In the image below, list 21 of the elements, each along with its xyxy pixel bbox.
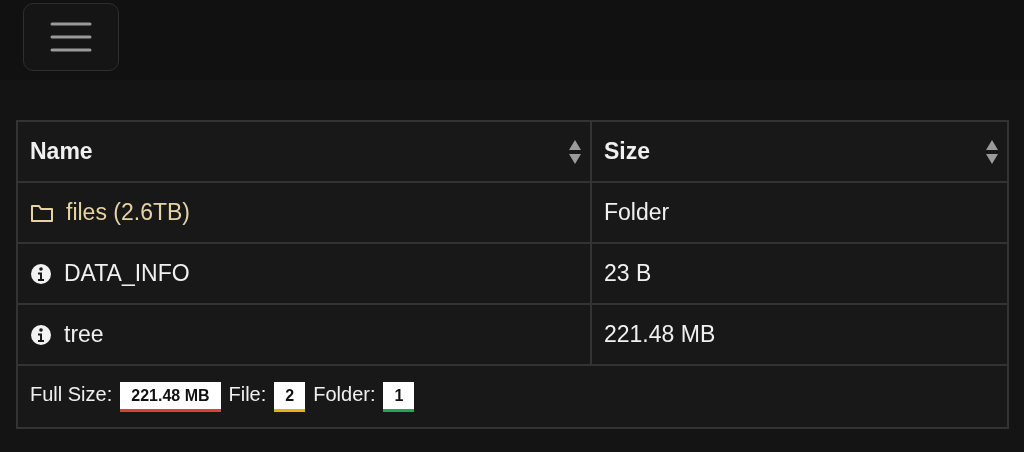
column-header[interactable]: Size bbox=[591, 121, 1008, 182]
info-icon bbox=[30, 262, 52, 285]
info-icon bbox=[30, 323, 52, 346]
folder-icon bbox=[30, 202, 54, 223]
summary-label: File: bbox=[228, 382, 267, 405]
file-name[interactable]: tree bbox=[64, 321, 104, 348]
summary-label: Full Size: bbox=[30, 382, 113, 405]
size-text: 23 B bbox=[604, 260, 652, 286]
sort-icon bbox=[568, 139, 582, 165]
size-text: Folder bbox=[604, 199, 670, 225]
column-header[interactable]: Name bbox=[17, 121, 591, 182]
count-badge: 221.48 MB bbox=[120, 381, 221, 412]
folder-link[interactable]: files (2.6TB) bbox=[66, 199, 190, 226]
count-badge: 1 bbox=[383, 381, 415, 412]
size-text: 221.48 MB bbox=[604, 321, 716, 347]
menu-button[interactable] bbox=[23, 3, 119, 71]
sort-icon bbox=[985, 139, 999, 165]
summary-label: Folder: bbox=[313, 382, 376, 405]
count-badge: 2 bbox=[274, 381, 306, 412]
file-name[interactable]: DATA_INFO bbox=[64, 260, 190, 287]
menu-icon bbox=[50, 21, 92, 53]
